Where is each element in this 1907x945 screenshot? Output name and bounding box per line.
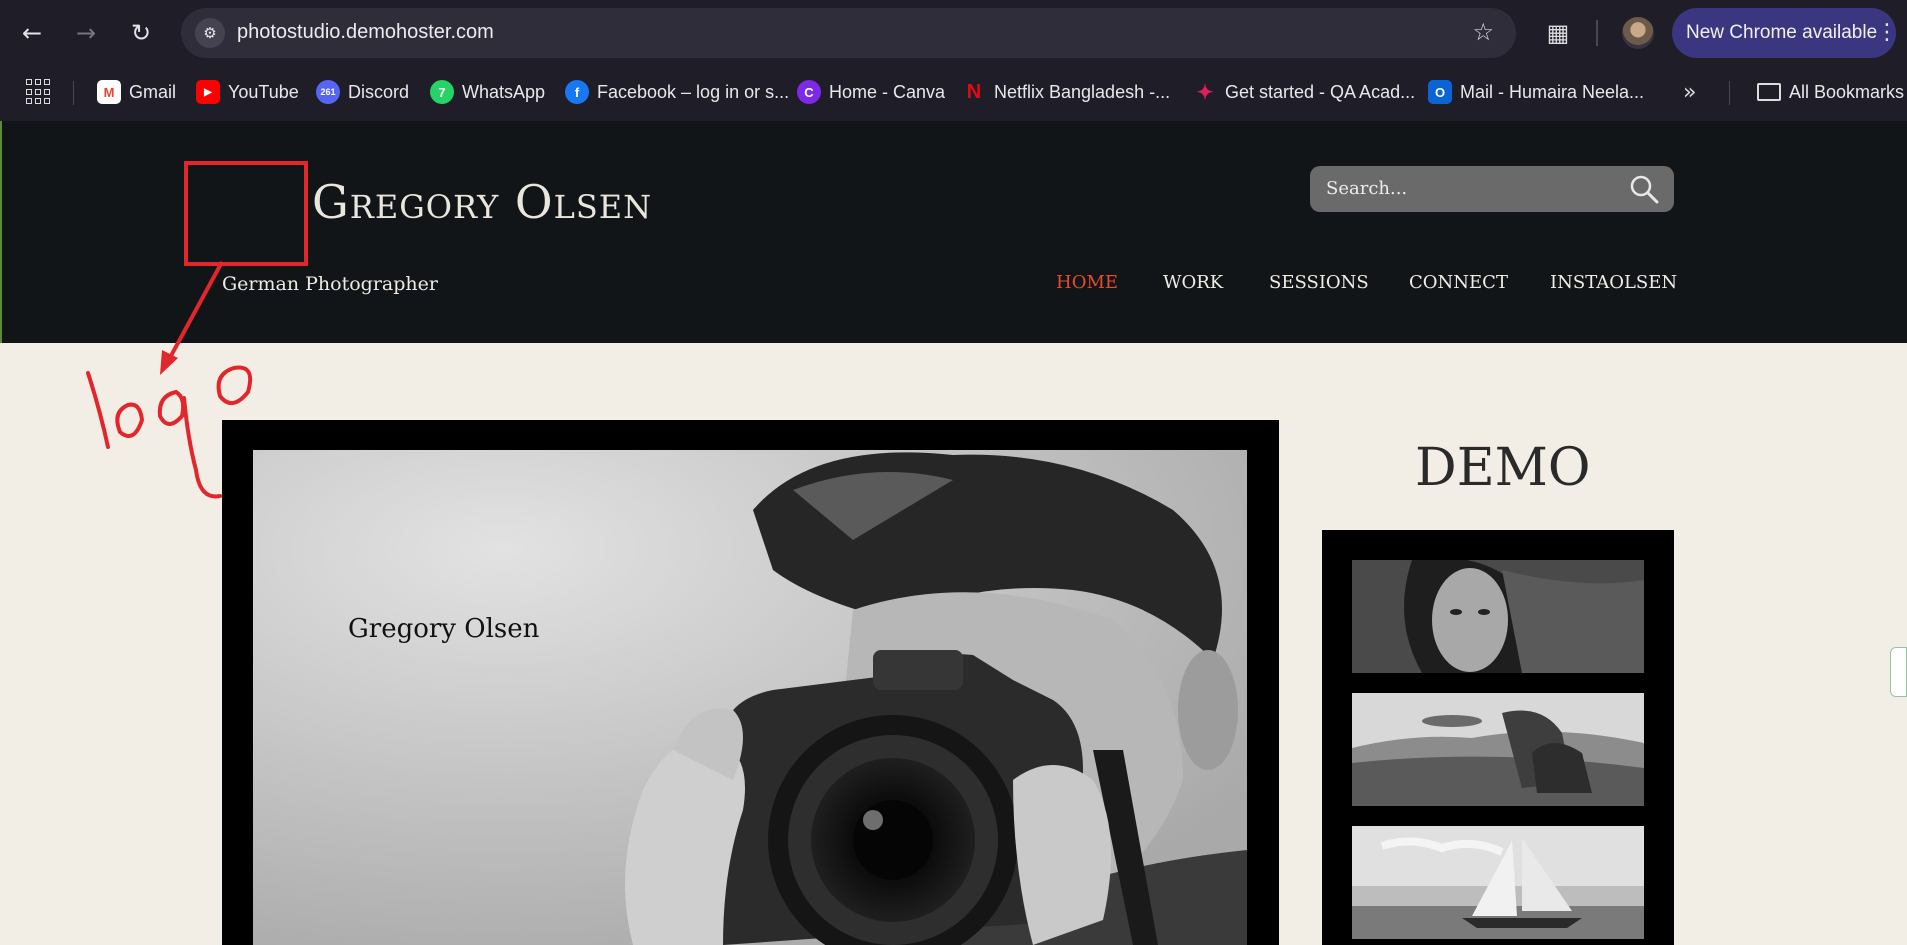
bookmark-label: WhatsApp <box>462 81 546 102</box>
bookmark-netflix[interactable]: N Netflix Bangladesh -... <box>962 78 1170 106</box>
discord-icon: 261 <box>316 80 340 104</box>
search-input[interactable]: Search... <box>1310 166 1674 212</box>
bookmarks-bar: M Gmail ▶ YouTube 261 Discord 7 WhatsApp… <box>0 66 1907 121</box>
chrome-update-button[interactable]: New Chrome available <box>1672 8 1896 58</box>
extensions-icon[interactable]: ▦ <box>1540 15 1576 51</box>
bookmarks-divider <box>73 81 74 105</box>
toolbar-divider <box>1596 20 1598 46</box>
bookmark-label: Get started - QA Acad... <box>1225 81 1416 102</box>
bookmark-discord[interactable]: 261 Discord <box>316 78 409 106</box>
slack-icon: ✦ <box>1196 81 1214 104</box>
facebook-icon: f <box>565 80 589 104</box>
site-title[interactable]: Gregory Olsen <box>312 175 652 229</box>
logo-placeholder[interactable] <box>184 161 308 266</box>
profile-avatar[interactable] <box>1622 17 1654 49</box>
nav-work[interactable]: WORK <box>1163 272 1223 293</box>
url-text[interactable]: photostudio.demohoster.com <box>237 21 494 44</box>
address-bar[interactable]: ⚙ photostudio.demohoster.com ☆ <box>181 8 1516 58</box>
bookmark-whatsapp[interactable]: 7 WhatsApp <box>430 78 545 106</box>
bookmark-label: Netflix Bangladesh -... <box>994 81 1171 102</box>
bookmark-label: Discord <box>348 81 410 102</box>
forward-icon[interactable]: → <box>66 13 106 53</box>
hero-photo <box>253 450 1247 945</box>
bookmarks-divider <box>1729 81 1730 105</box>
thumbnail-portrait[interactable] <box>1352 560 1644 673</box>
thumbnail-sailboat[interactable] <box>1352 826 1644 939</box>
floating-extension-icon[interactable] <box>1890 647 1907 697</box>
more-bookmarks-icon[interactable]: » <box>1683 80 1696 105</box>
thumbnail-fountain[interactable] <box>1352 693 1644 806</box>
nav-connect[interactable]: CONNECT <box>1409 272 1508 293</box>
bookmark-youtube[interactable]: ▶ YouTube <box>196 78 299 106</box>
apps-grid-icon[interactable] <box>26 79 52 105</box>
all-bookmarks-label: All Bookmarks <box>1789 81 1905 102</box>
nav-sessions[interactable]: SESSIONS <box>1269 272 1369 293</box>
site-tagline: German Photographer <box>222 273 438 295</box>
bookmark-label: Facebook – log in or s... <box>597 81 790 102</box>
bookmark-label: Gmail <box>129 81 177 102</box>
back-icon[interactable]: ← <box>12 13 52 53</box>
annotation-arrowhead <box>160 350 178 375</box>
browser-toolbar: ← → ↻ ⚙ photostudio.demohoster.com ☆ ▦ N… <box>0 0 1907 66</box>
netflix-icon: N <box>966 80 982 103</box>
all-bookmarks-button[interactable]: All Bookmarks <box>1757 78 1904 106</box>
search-icon[interactable] <box>1628 173 1660 205</box>
bookmark-star-icon[interactable]: ☆ <box>1472 18 1494 46</box>
outlook-icon: O <box>1428 80 1452 104</box>
bookmark-label: Home - Canva <box>829 81 946 102</box>
menu-icon[interactable]: ⋮ <box>1876 20 1898 45</box>
bookmark-label: YouTube <box>228 81 299 102</box>
folder-icon <box>1757 83 1781 101</box>
whatsapp-icon: 7 <box>430 80 454 104</box>
bookmark-gmail[interactable]: M Gmail <box>97 78 176 106</box>
browser-chrome: ← → ↻ ⚙ photostudio.demohoster.com ☆ ▦ N… <box>0 0 1907 121</box>
youtube-icon: ▶ <box>196 80 220 104</box>
nav-instaolsen[interactable]: INSTAOLSEN <box>1550 272 1677 293</box>
bookmark-qa-academy[interactable]: ✦ Get started - QA Acad... <box>1193 78 1415 106</box>
reload-icon[interactable]: ↻ <box>121 13 161 53</box>
gmail-icon: M <box>97 80 121 104</box>
bookmark-outlook[interactable]: O Mail - Humaira Neela... <box>1428 78 1644 106</box>
site-info-icon[interactable]: ⚙ <box>195 18 225 48</box>
bookmark-facebook[interactable]: f Facebook – log in or s... <box>565 78 789 106</box>
nav-home[interactable]: HOME <box>1056 272 1118 293</box>
canva-icon: C <box>797 80 821 104</box>
bookmark-canva[interactable]: C Home - Canva <box>797 78 945 106</box>
search-placeholder: Search... <box>1326 178 1408 199</box>
sidebar-title: DEMO <box>1415 438 1591 498</box>
hero-caption: Gregory Olsen <box>348 614 540 644</box>
bookmark-label: Mail - Humaira Neela... <box>1460 81 1645 102</box>
